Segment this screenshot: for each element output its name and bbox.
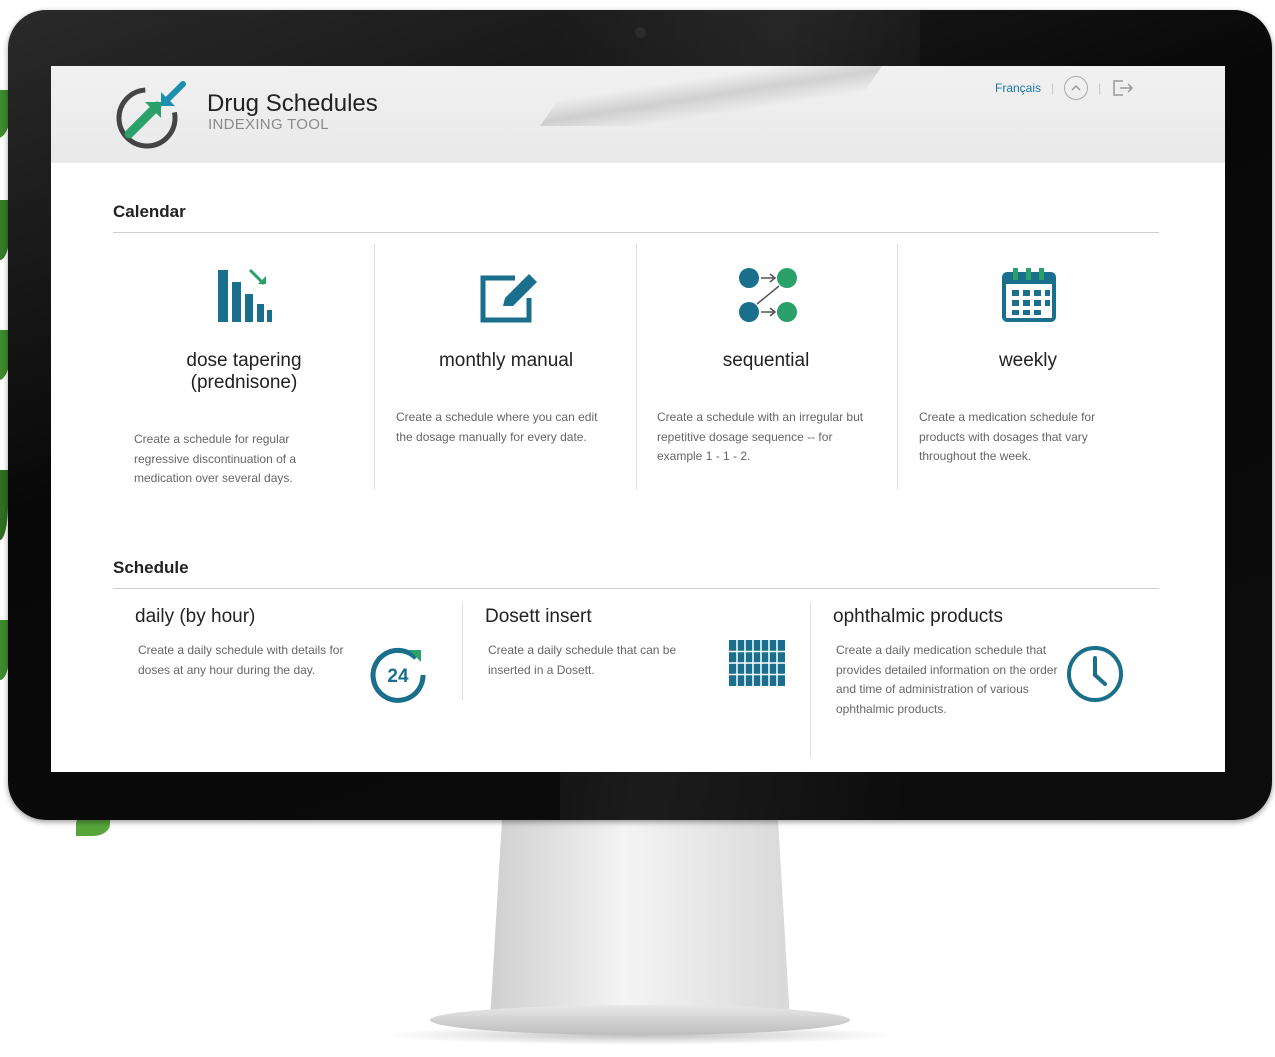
card-title: sequential — [722, 350, 810, 371]
calendar-heading: Calendar — [113, 202, 186, 221]
card-description: Create a schedule for regular regressive… — [134, 432, 297, 485]
schedule-heading: Schedule — [113, 558, 189, 577]
card-title: monthly manual — [438, 350, 574, 371]
header-decoration — [539, 66, 883, 126]
card-title: weekly — [998, 350, 1058, 371]
card-description: Create a schedule where you can edit the… — [396, 410, 598, 444]
logout-icon — [1113, 80, 1134, 96]
calendar-icon — [1002, 268, 1056, 322]
app-subtitle: INDEXING TOOL — [208, 116, 329, 133]
card-description: Create a daily medication schedule that … — [836, 643, 1058, 716]
top-toolbar: Français | | — [995, 76, 1135, 100]
bar-chart-tapering-icon — [218, 268, 272, 322]
edit-pencil-icon — [480, 274, 537, 323]
card-description: Create a medication schedule for product… — [919, 410, 1096, 463]
card-description: Create a schedule with an irregular but … — [657, 410, 864, 463]
logout-button[interactable] — [1111, 78, 1135, 98]
app-title: Drug Schedules — [207, 90, 378, 117]
toolbar-separator: | — [1051, 81, 1055, 95]
scroll-up-button[interactable] — [1064, 76, 1089, 100]
dosett-grid-icon — [729, 640, 785, 686]
clock-icon — [1067, 646, 1123, 702]
app-header: Drug Schedules INDEXING TOOL Français | … — [51, 66, 1225, 163]
24-hour-icon: 24 — [370, 647, 426, 703]
monitor-base — [430, 1005, 850, 1035]
language-link[interactable]: Français — [995, 81, 1041, 95]
card-description: Create a daily schedule that can be inse… — [488, 643, 677, 677]
sequence-nodes-icon — [739, 268, 797, 322]
logo-icon — [116, 81, 186, 149]
chevron-up-icon — [1071, 84, 1081, 91]
camera-icon — [635, 27, 646, 38]
column-divider — [374, 244, 375, 490]
column-divider — [810, 602, 811, 758]
schedule-divider — [113, 588, 1159, 589]
toolbar-separator: | — [1098, 81, 1102, 95]
calendar-divider — [113, 232, 1159, 233]
card-description: Create a daily schedule with details for… — [138, 643, 344, 677]
card-title: ophthalmic products — [833, 606, 1004, 627]
monitor-stand — [490, 820, 790, 1020]
card-title: dose tapering (prednisone) — [186, 350, 302, 393]
column-divider — [636, 244, 637, 490]
app-screen: Drug Schedules INDEXING TOOL Français | … — [51, 66, 1225, 772]
column-divider — [462, 602, 463, 700]
card-title: Dosett insert — [485, 606, 592, 627]
svg-text:24: 24 — [387, 666, 409, 687]
card-title: daily (by hour) — [135, 606, 256, 627]
column-divider — [897, 244, 898, 490]
